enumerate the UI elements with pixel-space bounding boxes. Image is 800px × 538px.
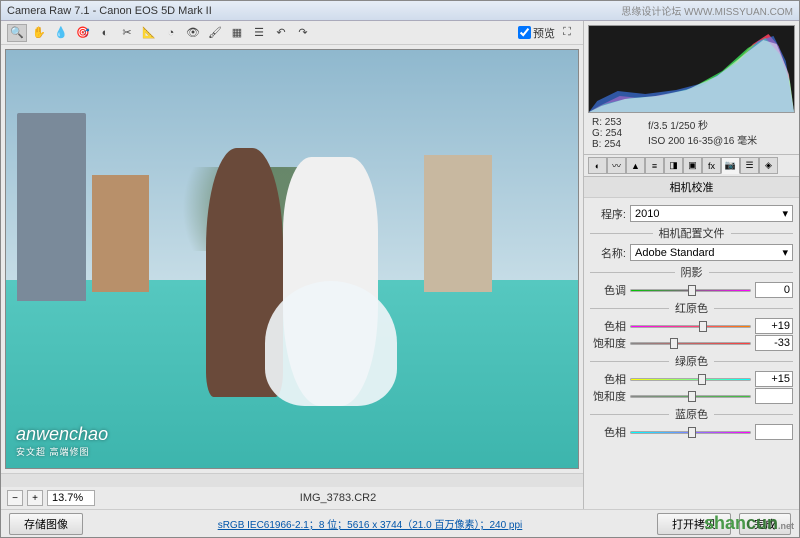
zoom-level-dropdown[interactable]: 13.7% <box>47 490 95 506</box>
profile-name-label: 名称: <box>590 245 626 261</box>
fullscreen-icon[interactable]: ⛶ <box>557 24 577 42</box>
straighten-tool-icon[interactable]: 📐 <box>139 24 159 42</box>
shadow-tint-label: 色调 <box>590 282 626 298</box>
rotate-ccw-icon[interactable]: ↶ <box>271 24 291 42</box>
tab-presets[interactable]: ☰ <box>740 157 759 174</box>
shancun-logo: shancun.net <box>704 513 794 534</box>
green-sat-input[interactable] <box>755 388 793 404</box>
workflow-options-link[interactable]: sRGB IEC61966-2.1；8 位；5616 x 3744（21.0 百… <box>91 516 649 531</box>
zoom-in-button[interactable]: + <box>27 490 43 506</box>
histogram[interactable] <box>588 25 795 113</box>
panel-title: 相机校准 <box>584 177 799 198</box>
redeye-tool-icon[interactable]: 👁 <box>183 24 203 42</box>
blue-hue-slider[interactable] <box>630 425 751 439</box>
preferences-icon[interactable]: ☰ <box>249 24 269 42</box>
tab-hsl[interactable]: ≡ <box>645 157 664 174</box>
color-sampler-tool-icon[interactable]: 🎯 <box>73 24 93 42</box>
zoom-out-button[interactable]: − <box>7 490 23 506</box>
profile-dropdown[interactable]: Adobe Standard▾ <box>630 244 793 261</box>
window-title: Camera Raw 7.1 - Canon EOS 5D Mark II <box>7 5 621 17</box>
tab-basic[interactable]: ◐ <box>588 157 607 174</box>
tab-curve[interactable]: 〰 <box>607 157 626 174</box>
green-hue-input[interactable] <box>755 371 793 387</box>
tab-fx[interactable]: fx <box>702 157 721 174</box>
toolbar: 🔍 ✋ 💧 🎯 ◐ ✂ 📐 ◔ 👁 🖌 ▦ ☰ ↶ ↷ 预览 ⛶ <box>1 21 583 45</box>
green-hue-label: 色相 <box>590 371 626 387</box>
red-hue-input[interactable] <box>755 318 793 334</box>
tab-snapshots[interactable]: ◈ <box>759 157 778 174</box>
hand-tool-icon[interactable]: ✋ <box>29 24 49 42</box>
horizontal-scrollbar[interactable] <box>1 473 583 487</box>
red-sat-input[interactable] <box>755 335 793 351</box>
white-balance-tool-icon[interactable]: 💧 <box>51 24 71 42</box>
blue-hue-label: 色相 <box>590 424 626 440</box>
zoom-bar: − + 13.7% IMG_3783.CR2 <box>1 487 583 509</box>
panel-tab-strip: ◐ 〰 ▲ ≡ ◨ ▣ fx 📷 ☰ ◈ <box>584 154 799 177</box>
forum-watermark: 思缘设计论坛 WWW.MISSYUAN.COM <box>621 3 793 18</box>
rgb-readout: R: 253G: 254B: 254 f/3.5 1/250 秒 ISO 200… <box>584 117 799 150</box>
image-preview[interactable]: anwenchao 安文超 高端修图 <box>5 49 579 469</box>
titlebar: Camera Raw 7.1 - Canon EOS 5D Mark II 思缘… <box>1 1 799 21</box>
spot-removal-tool-icon[interactable]: ◔ <box>161 24 181 42</box>
preview-checkbox-input[interactable] <box>518 26 531 39</box>
crop-tool-icon[interactable]: ✂ <box>117 24 137 42</box>
zoom-tool-icon[interactable]: 🔍 <box>7 24 27 42</box>
green-primary-label: 绿原色 <box>669 353 714 369</box>
red-sat-label: 饱和度 <box>590 335 626 351</box>
red-hue-label: 色相 <box>590 318 626 334</box>
rotate-cw-icon[interactable]: ↷ <box>293 24 313 42</box>
shadow-tint-slider[interactable] <box>630 283 751 297</box>
filename-label: IMG_3783.CR2 <box>99 492 577 504</box>
process-label: 程序: <box>590 206 626 222</box>
tab-lens[interactable]: ▣ <box>683 157 702 174</box>
green-sat-label: 饱和度 <box>590 388 626 404</box>
green-hue-slider[interactable] <box>630 372 751 386</box>
red-primary-label: 红原色 <box>669 300 714 316</box>
photo-watermark: anwenchao 安文超 高端修图 <box>16 424 108 458</box>
chevron-down-icon: ▾ <box>782 207 788 220</box>
green-sat-slider[interactable] <box>630 389 751 403</box>
profile-section-label: 相机配置文件 <box>653 225 731 241</box>
preview-checkbox[interactable]: 预览 <box>518 25 555 41</box>
chevron-down-icon: ▾ <box>782 246 788 259</box>
shadows-section-label: 阴影 <box>675 264 709 280</box>
red-hue-slider[interactable] <box>630 319 751 333</box>
graduated-filter-tool-icon[interactable]: ▦ <box>227 24 247 42</box>
tab-detail[interactable]: ▲ <box>626 157 645 174</box>
adjustment-brush-tool-icon[interactable]: 🖌 <box>205 24 225 42</box>
blue-primary-label: 蓝原色 <box>669 406 714 422</box>
process-dropdown[interactable]: 2010▾ <box>630 205 793 222</box>
blue-hue-input[interactable] <box>755 424 793 440</box>
target-adjust-tool-icon[interactable]: ◐ <box>95 24 115 42</box>
red-sat-slider[interactable] <box>630 336 751 350</box>
tab-camera-calibration[interactable]: 📷 <box>721 157 740 174</box>
shadow-tint-input[interactable] <box>755 282 793 298</box>
save-image-button[interactable]: 存储图像 <box>9 513 83 535</box>
bottom-bar: 存储图像 sRGB IEC61966-2.1；8 位；5616 x 3744（2… <box>1 509 799 537</box>
tab-split[interactable]: ◨ <box>664 157 683 174</box>
